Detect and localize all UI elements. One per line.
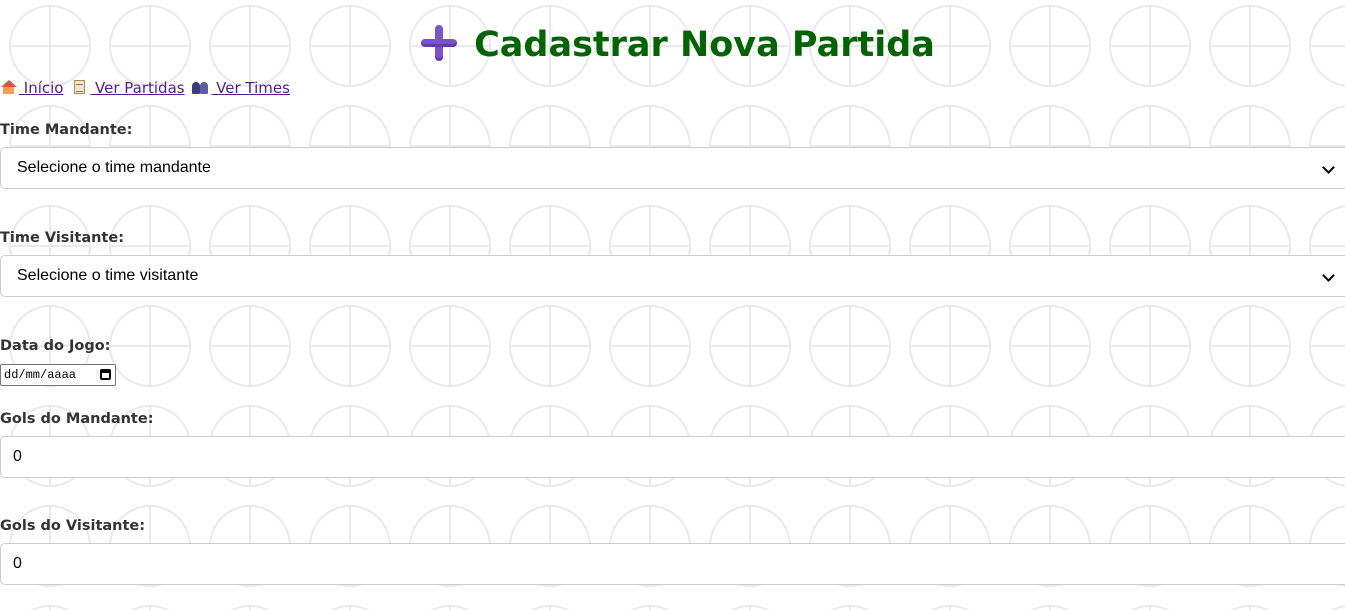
nav-link-ver-partidas[interactable]: Ver Partidas — [71, 79, 185, 97]
away-goals-input[interactable]: 0 — [0, 543, 1345, 585]
home-team-select[interactable]: Selecione o time mandante — [0, 147, 1345, 189]
plus-icon — [420, 24, 458, 62]
chevron-down-icon — [1322, 269, 1335, 282]
page-title-text: Cadastrar Nova Partida — [474, 25, 935, 65]
match-date-label: Data do Jogo: — [0, 338, 111, 354]
nav-bar: Início Ver Partidas Ver Times — [0, 78, 293, 98]
home-goals-label: Gols do Mandante: — [0, 411, 154, 427]
away-goals-value: 0 — [13, 555, 22, 572]
chevron-down-icon — [1322, 161, 1335, 174]
away-team-label: Time Visitante: — [0, 230, 124, 246]
nav-link-label: Ver Times — [211, 79, 290, 97]
clipboard-icon — [71, 80, 88, 95]
nav-link-inicio[interactable]: Início — [0, 79, 63, 97]
away-team-select[interactable]: Selecione o time visitante — [0, 255, 1345, 297]
nav-link-label: Ver Partidas — [90, 79, 185, 97]
home-goals-input[interactable]: 0 — [0, 436, 1345, 478]
away-goals-label: Gols do Visitante: — [0, 518, 146, 534]
home-goals-value: 0 — [13, 448, 22, 465]
match-date-input[interactable]: dd/mm/aaaa — [0, 364, 116, 386]
house-icon — [0, 80, 17, 95]
away-team-selected-value: Selecione o time visitante — [17, 267, 199, 284]
page-title: Cadastrar Nova Partida — [0, 22, 1345, 68]
nav-link-ver-times[interactable]: Ver Times — [192, 79, 290, 97]
calendar-icon[interactable] — [100, 369, 111, 380]
home-team-selected-value: Selecione o time mandante — [17, 159, 211, 176]
nav-link-label: Início — [19, 79, 64, 97]
home-team-label: Time Mandante: — [0, 122, 133, 138]
match-date-placeholder: dd/mm/aaaa — [4, 368, 77, 382]
people-icon — [192, 80, 209, 95]
